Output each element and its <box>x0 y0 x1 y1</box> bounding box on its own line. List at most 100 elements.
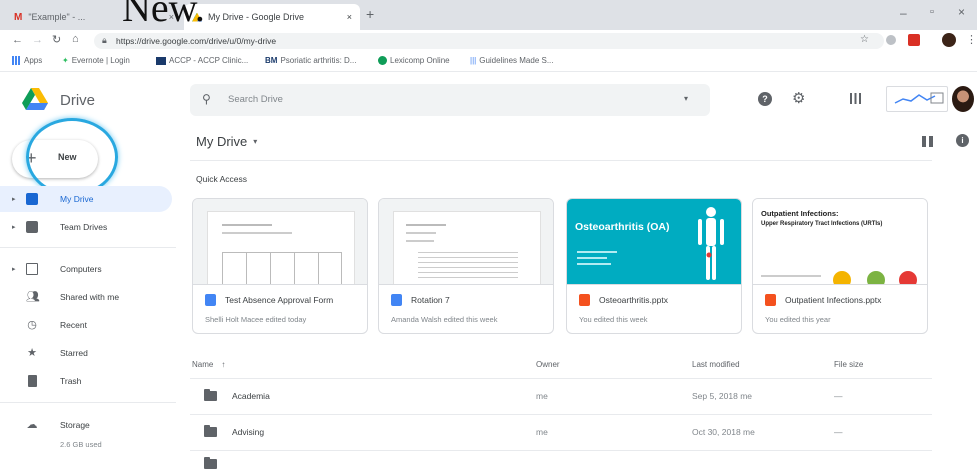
sort-arrow-up-icon[interactable]: ↑ <box>221 360 225 369</box>
star-icon: ★ <box>27 347 37 359</box>
grid-view-icon[interactable] <box>922 136 933 147</box>
quick-access-card[interactable]: Osteoarthritis (OA) Osteoarthritis.pptx … <box>566 198 742 334</box>
reload-icon[interactable]: ↻ <box>52 33 61 46</box>
sidebar-item-recent[interactable]: ◷ Recent <box>0 312 172 338</box>
bookmark-psoriatic[interactable]: BM Psoriatic arthritis: D... <box>265 56 356 65</box>
bookmark-star-icon[interactable]: ☆ <box>860 34 869 45</box>
bmj-icon: BM <box>265 56 278 65</box>
browser-tab-drive[interactable]: My Drive - Google Drive × <box>184 4 360 30</box>
account-logo-box[interactable] <box>886 86 948 112</box>
people-icon: 👥︎ <box>26 291 40 303</box>
quick-access-card[interactable]: Outpatient Infections: Upper Respiratory… <box>752 198 928 334</box>
url-field[interactable]: 🔒︎ https://drive.google.com/drive/u/0/my… <box>94 33 884 49</box>
google-doc-icon <box>391 294 402 306</box>
back-icon[interactable]: ← <box>12 34 23 46</box>
menu-dots-icon[interactable]: ⋮ <box>966 33 977 46</box>
evernote-icon: ✦ <box>62 56 69 65</box>
bookmark-apps[interactable]: Apps <box>12 56 42 65</box>
accp-icon <box>156 56 166 65</box>
maximize-icon[interactable]: ▫ <box>930 6 934 18</box>
window-close-icon[interactable]: × <box>958 5 965 19</box>
column-header-owner[interactable]: Owner <box>536 360 560 369</box>
status-dot-red <box>899 271 917 284</box>
page-title[interactable]: My Drive ▾ <box>196 134 257 149</box>
bookmark-guidelines[interactable]: ||| Guidelines Made S... <box>470 56 554 65</box>
expand-caret-icon[interactable]: ▸ <box>12 265 16 273</box>
extension-red-icon[interactable] <box>908 34 920 46</box>
search-input[interactable]: Search Drive <box>228 94 283 105</box>
search-icon: ⚲ <box>202 92 211 106</box>
lock-icon: 🔒︎ <box>102 35 107 45</box>
expand-caret-icon[interactable]: ▸ <box>12 195 16 203</box>
bookmarks-bar: Apps ✦ Evernote | Login ACCP - ACCP Clini… <box>0 52 977 72</box>
annotation-text: New. <box>122 0 205 30</box>
drive-logo[interactable] <box>22 88 48 110</box>
drive-logo-icon <box>22 88 48 110</box>
slides-icon <box>765 294 776 306</box>
new-tab-button[interactable]: + <box>366 6 374 22</box>
sidebar-item-team-drives[interactable]: ▸ Team Drives <box>0 214 172 240</box>
info-icon[interactable]: i <box>956 134 969 147</box>
tab-label: My Drive - Google Drive <box>208 12 305 22</box>
slide-heading: Osteoarthritis (OA) <box>575 221 670 233</box>
sidebar-item-trash[interactable]: Trash <box>0 368 172 394</box>
product-name: Drive <box>60 92 96 109</box>
sidebar-item-computers[interactable]: ▸ Computers <box>0 256 172 282</box>
settings-gear-icon[interactable]: ⚙ <box>792 89 805 107</box>
tab-label: "Example" - ... <box>28 12 86 22</box>
account-logo-icon <box>894 92 944 104</box>
guidelines-icon: ||| <box>470 56 477 65</box>
apps-grid-icon[interactable] <box>850 93 861 104</box>
highlight-circle <box>26 118 118 196</box>
slide-subheading: Upper Respiratory Tract Infections (URTI… <box>761 221 883 227</box>
table-row[interactable] <box>190 450 932 469</box>
card-thumbnail <box>193 199 367 285</box>
search-options-icon[interactable]: ▾ <box>684 94 688 103</box>
bookmark-evernote[interactable]: ✦ Evernote | Login <box>62 56 130 65</box>
chevron-down-icon: ▾ <box>253 137 258 146</box>
quick-access-card[interactable]: Rotation 7 Amanda Walsh edited this week <box>378 198 554 334</box>
expand-caret-icon[interactable]: ▸ <box>12 223 16 231</box>
user-avatar[interactable] <box>952 86 974 112</box>
doc-preview <box>393 211 541 284</box>
home-icon[interactable]: ⌂ <box>72 33 79 45</box>
bookmark-accp[interactable]: ACCP - ACCP Clinic... <box>156 56 248 65</box>
column-header-name[interactable]: Name ↑ <box>192 360 225 369</box>
clock-icon: ◷ <box>27 319 37 331</box>
folder-icon <box>204 457 217 469</box>
card-thumbnail: Outpatient Infections: Upper Respiratory… <box>753 199 927 285</box>
extension-icon[interactable] <box>886 35 896 45</box>
status-dot-green <box>867 271 885 284</box>
sidebar-item-my-drive[interactable]: ▸ My Drive <box>0 186 172 212</box>
url-text: https://drive.google.com/drive/u/0/my-dr… <box>116 36 277 46</box>
forward-icon[interactable]: → <box>32 34 43 46</box>
close-icon[interactable]: × <box>347 12 352 22</box>
search-bar[interactable]: ⚲ Search Drive ▾ <box>190 84 710 116</box>
doc-preview <box>207 211 355 284</box>
drive-icon <box>26 193 38 205</box>
minimize-icon[interactable]: – <box>900 6 907 20</box>
help-icon[interactable]: ? <box>758 92 772 106</box>
folder-icon <box>204 389 217 401</box>
cloud-icon: ☁︎ <box>26 419 38 431</box>
folder-icon <box>204 425 217 437</box>
slide-heading: Outpatient Infections: <box>761 209 839 218</box>
team-drives-icon <box>26 221 38 233</box>
header-divider <box>190 160 932 161</box>
skeleton-figure-icon <box>698 207 724 280</box>
storage-used: 2.6 GB used <box>60 440 102 449</box>
sidebar-item-storage[interactable]: ☁︎ Storage <box>0 412 172 438</box>
column-header-size[interactable]: File size <box>834 360 863 369</box>
sidebar-item-shared[interactable]: 👥︎ Shared with me <box>0 284 172 310</box>
table-row[interactable]: Academia me Sep 5, 2018 me — <box>190 378 932 412</box>
profile-avatar-browser[interactable] <box>942 33 956 47</box>
quick-access-card[interactable]: Test Absence Approval Form Shelli Holt M… <box>192 198 368 334</box>
table-row[interactable]: Advising me Oct 30, 2018 me — <box>190 414 932 448</box>
apps-grid-icon <box>12 56 21 65</box>
bookmark-lexicomp[interactable]: Lexicomp Online <box>378 56 450 65</box>
lexicomp-icon <box>378 56 387 65</box>
column-header-modified[interactable]: Last modified <box>692 360 740 369</box>
slides-icon <box>579 294 590 306</box>
status-dot-yellow <box>833 271 851 284</box>
sidebar-item-starred[interactable]: ★ Starred <box>0 340 172 366</box>
